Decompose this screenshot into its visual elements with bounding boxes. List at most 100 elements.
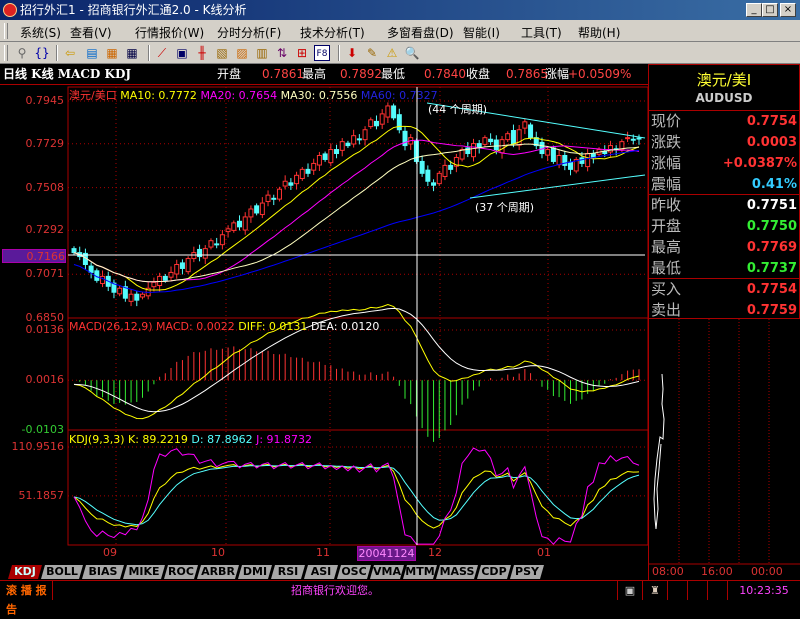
candle-down [425, 169, 431, 182]
candle-up [545, 149, 551, 156]
bars-window-icon[interactable]: ▥ [254, 45, 270, 61]
candlestick-icon[interactable]: ╫ [194, 45, 210, 61]
tab-mass[interactable]: MASS [436, 565, 478, 579]
tab-vma[interactable]: VMA [370, 565, 404, 579]
multi-chart-icon[interactable]: ⊞ [294, 45, 310, 61]
trend-window-icon[interactable]: ▨ [234, 45, 250, 61]
close-label: 收盘 [466, 67, 491, 81]
menu-item[interactable]: 帮助(H) [578, 24, 620, 41]
quote-label: 震幅 [651, 175, 682, 193]
date-axis-label: 09 [103, 546, 117, 559]
candle-up [100, 275, 106, 285]
tab-asi[interactable]: ASI [304, 565, 338, 579]
tab-rsi[interactable]: RSI [271, 565, 305, 579]
download-icon[interactable]: ⬇ [344, 45, 360, 61]
toolbar-grip[interactable] [4, 45, 8, 61]
quote-value: 0.7769 [746, 240, 797, 255]
candle-up [625, 137, 631, 140]
bell-icon[interactable]: ♜ [642, 581, 667, 600]
link-icon[interactable]: ⚲ [14, 45, 30, 61]
chart-type-label: 日线 K线 MACD KDJ [3, 67, 132, 81]
candle-down [334, 149, 340, 155]
macd-axis-label: 0.0136 [25, 323, 65, 336]
clock: 10:23:35 [727, 581, 800, 600]
tab-mike[interactable]: MIKE [123, 565, 165, 579]
toolbar-separator [148, 45, 150, 61]
tab-cdp[interactable]: CDP [477, 565, 511, 579]
chart-window-icon[interactable]: ▧ [214, 45, 230, 61]
candle-up [282, 180, 288, 187]
macd-axis-label: -0.0103 [21, 423, 64, 436]
kdj-axis-label: 110.9516 [11, 440, 65, 453]
ma10-value: MA10: 0.7772 [120, 89, 197, 102]
d-line [73, 464, 640, 526]
candle-down [373, 120, 379, 127]
candle-down [476, 143, 482, 149]
tab-roc[interactable]: ROC [164, 565, 198, 579]
candle-up [505, 133, 511, 141]
candle-down [550, 147, 556, 162]
crosshair-date-label: 20041124 [357, 546, 416, 561]
tab-psy[interactable]: PSY [510, 565, 544, 579]
candle-up [459, 149, 465, 160]
menu-item[interactable]: 分时分析(F) [217, 24, 281, 41]
price-axis-label: 0.7292 [25, 223, 65, 237]
candle-up [482, 137, 488, 145]
date-axis-label: 10 [211, 546, 225, 559]
report-icon[interactable]: ▤ [84, 45, 100, 61]
macd-axis-label: 0.0016 [25, 373, 65, 387]
magnifier-icon[interactable]: 🔍 [404, 45, 420, 61]
menu-item[interactable]: 行情报价(W) [135, 24, 204, 41]
menu-grip[interactable] [4, 23, 8, 39]
tab-dmi[interactable]: DMI [238, 565, 272, 579]
date-axis-label: 11 [316, 546, 330, 559]
f8-icon[interactable]: F8 [314, 45, 330, 61]
quote-label: 最低 [651, 259, 682, 277]
candle-down [396, 114, 402, 131]
ma30-line [73, 143, 640, 283]
price-axis-label: 0.7945 [25, 94, 65, 107]
quote-label: 买入 [651, 280, 682, 298]
menu-item[interactable]: 技术分析(T) [300, 24, 365, 41]
quote-label: 涨幅 [651, 154, 682, 172]
pencil-icon[interactable]: ✎ [364, 45, 380, 61]
change-label: 涨幅 [545, 67, 570, 81]
quote-value: +0.0387% [722, 156, 797, 171]
warning-icon[interactable]: ⚠ [384, 45, 400, 61]
date-axis-label: 12 [428, 546, 442, 559]
close-button[interactable]: × [780, 3, 796, 17]
bracket-icon[interactable]: {} [34, 45, 50, 61]
candle-up [225, 228, 231, 233]
tab-boll[interactable]: BOLL [41, 565, 83, 579]
candle-up [128, 293, 134, 302]
tab-arbr[interactable]: ARBR [197, 565, 239, 579]
arrows-icon[interactable]: ⇅ [274, 45, 290, 61]
j-value: J: 91.8732 [256, 433, 313, 446]
window-title: 招行外汇1 - 招商银行外汇通2.0 - K线分析 [20, 3, 247, 17]
quote-table-icon[interactable]: ▦ [104, 45, 120, 61]
k-value: K: 89.2219 [128, 433, 188, 446]
menu-item[interactable]: 查看(V) [70, 24, 112, 41]
menu-item[interactable]: 系统(S) [20, 24, 61, 41]
intraday-mini-chart[interactable]: 08:00 16:00 00:00 [648, 319, 800, 580]
line-chart-icon[interactable]: ⟋ [154, 45, 170, 61]
candle-up [151, 281, 157, 288]
tab-kdj[interactable]: KDJ [8, 565, 42, 579]
menu-item[interactable]: 多窗看盘(D) [387, 24, 454, 41]
network-icon[interactable]: ▣ [617, 581, 642, 600]
back-arrow-icon[interactable]: ⇦ [62, 45, 78, 61]
candle-up [276, 188, 282, 200]
tab-mtm[interactable]: MTM [403, 565, 437, 579]
status-message: 招商银行欢迎您。 [52, 581, 617, 600]
tab-osc[interactable]: OSC [337, 565, 371, 579]
minimize-button[interactable]: _ [746, 3, 762, 17]
maximize-button[interactable]: □ [762, 3, 778, 17]
window-icon[interactable]: ▣ [174, 45, 190, 61]
menu-item[interactable]: 智能(I) [463, 24, 500, 41]
menu-item[interactable]: 工具(T) [521, 24, 562, 41]
candle-up [368, 119, 374, 128]
grid-table-icon[interactable]: ▦ [124, 45, 140, 61]
price-axis-label: 0.7729 [25, 136, 65, 150]
mini-time-label: 08:00 [652, 565, 684, 578]
tab-bias[interactable]: BIAS [82, 565, 124, 579]
